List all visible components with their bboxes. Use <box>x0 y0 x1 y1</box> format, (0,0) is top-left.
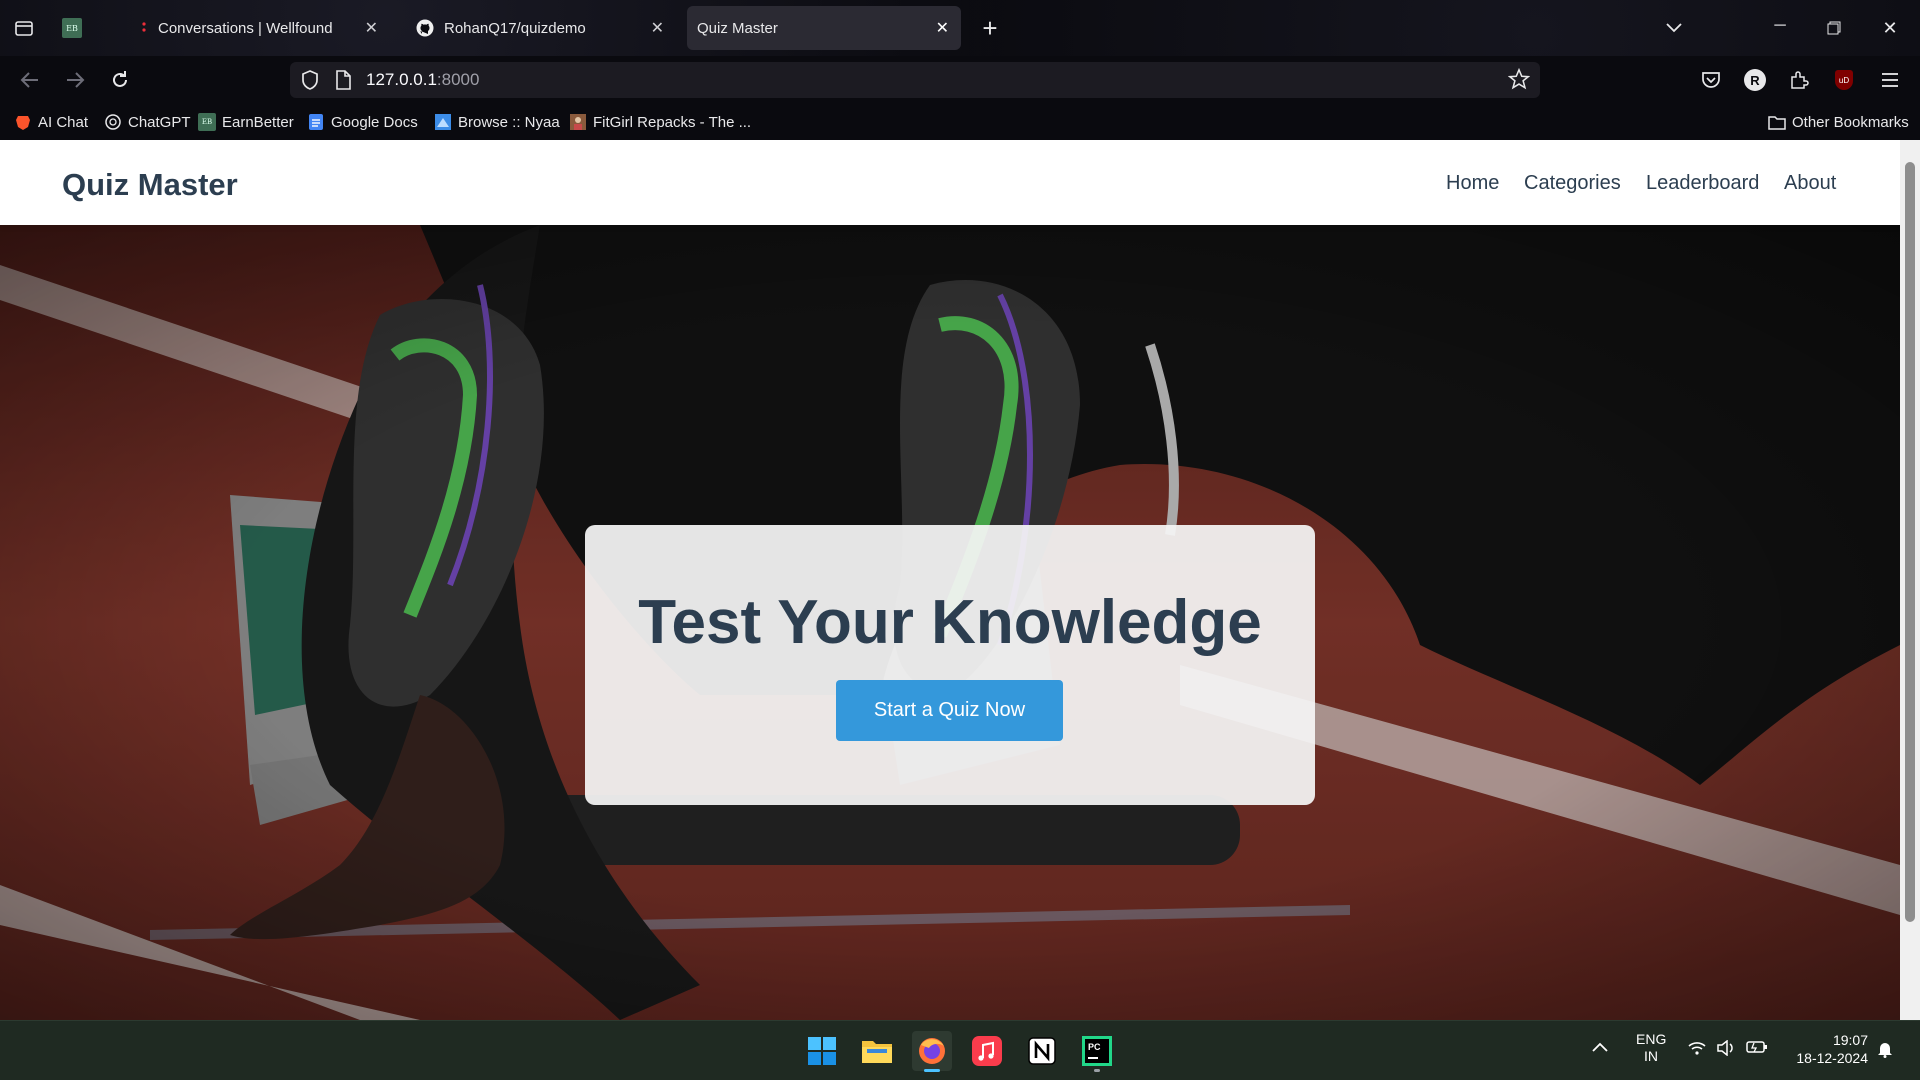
file-explorer-icon[interactable] <box>857 1031 897 1071</box>
url-port: :8000 <box>436 70 480 89</box>
firefox-icon[interactable] <box>912 1031 952 1072</box>
brave-icon <box>14 113 32 131</box>
apple-music-icon[interactable] <box>967 1031 1007 1071</box>
bookmark-fitgirl[interactable]: FitGirl Repacks - The ... <box>569 112 751 132</box>
close-tab-icon[interactable]: ✕ <box>651 18 664 38</box>
page-scrollbar[interactable] <box>1900 140 1920 1020</box>
bookmarks-toolbar: AI Chat ChatGPT EB EarnBetter Google Doc… <box>0 104 1920 140</box>
clock[interactable]: 19:07 18-12-2024 <box>1786 1031 1868 1067</box>
nav-leaderboard[interactable]: Leaderboard <box>1646 172 1759 195</box>
profile-avatar[interactable]: R <box>1741 66 1769 94</box>
address-bar[interactable]: 127.0.0.1:8000 <box>290 62 1540 98</box>
nyaa-icon <box>434 113 452 131</box>
notion-icon[interactable] <box>1022 1031 1062 1071</box>
bookmark-earnbetter[interactable]: EB EarnBetter <box>198 112 294 132</box>
windows-taskbar: PC ENG IN 19:07 18-12-2024 <box>0 1020 1920 1080</box>
star-icon[interactable] <box>1507 67 1531 95</box>
url-text: 127.0.0.1:8000 <box>366 70 479 90</box>
tab-github[interactable]: RohanQ17/quizdemo ✕ <box>404 6 676 50</box>
tab-list-icon[interactable] <box>10 14 38 42</box>
volume-icon[interactable] <box>1716 1039 1736 1059</box>
github-icon <box>416 19 434 37</box>
svg-text:PC: PC <box>1088 1042 1101 1052</box>
docs-icon <box>307 113 325 131</box>
reload-icon[interactable] <box>106 66 134 94</box>
tab-quiz-master[interactable]: Quiz Master ✕ <box>687 6 961 50</box>
shield-icon[interactable] <box>300 69 320 96</box>
nav-categories[interactable]: Categories <box>1524 172 1621 195</box>
url-host: 127.0.0.1 <box>366 70 437 89</box>
bookmark-chatgpt[interactable]: ChatGPT <box>104 112 191 132</box>
windows-start-icon[interactable] <box>802 1031 842 1071</box>
earnbetter-icon: EB <box>62 18 82 38</box>
bookmark-ai-chat[interactable]: AI Chat <box>14 112 88 132</box>
minimize-icon[interactable]: ─ <box>1766 12 1794 40</box>
running-app-indicator <box>1094 1069 1100 1072</box>
tab-label: Quiz Master <box>697 19 778 37</box>
close-tab-icon[interactable]: ✕ <box>936 18 949 38</box>
active-app-indicator <box>924 1069 940 1072</box>
web-page: Quiz Master Home Categories Leaderboard … <box>0 140 1900 1020</box>
start-quiz-button[interactable]: Start a Quiz Now <box>836 680 1063 741</box>
menu-icon[interactable] <box>1876 66 1904 94</box>
chevron-up-icon[interactable] <box>1592 1039 1608 1055</box>
tab-bar: EB Conversations | Wellfound ✕ RohanQ17/… <box>0 0 1920 56</box>
wellfound-icon <box>140 19 148 37</box>
scrollbar-thumb[interactable] <box>1905 162 1915 922</box>
chevron-down-icon[interactable] <box>1660 14 1688 42</box>
site-header: Quiz Master Home Categories Leaderboard … <box>0 140 1900 225</box>
back-icon[interactable] <box>16 66 44 94</box>
tab-earnbetter[interactable]: EB <box>62 6 120 50</box>
hero-card: Test Your Knowledge Start a Quiz Now <box>585 525 1315 805</box>
notification-bell-icon[interactable] <box>1876 1040 1894 1061</box>
close-window-icon[interactable]: ✕ <box>1876 14 1904 42</box>
nav-home[interactable]: Home <box>1446 172 1499 195</box>
language-indicator[interactable]: ENG IN <box>1636 1031 1666 1065</box>
pycharm-icon[interactable]: PC <box>1077 1031 1117 1072</box>
site-logo[interactable]: Quiz Master <box>62 167 238 203</box>
folder-icon <box>1768 113 1786 131</box>
ublock-icon[interactable]: uD <box>1830 66 1858 94</box>
battery-icon[interactable] <box>1746 1040 1768 1057</box>
wifi-icon[interactable] <box>1688 1041 1706 1058</box>
pocket-icon[interactable] <box>1697 66 1725 94</box>
openai-icon <box>104 113 122 131</box>
navigation-toolbar: 127.0.0.1:8000 R uD <box>0 56 1920 104</box>
bookmark-google-docs[interactable]: Google Docs <box>307 112 418 132</box>
restore-icon[interactable] <box>1820 14 1848 42</box>
new-tab-icon[interactable]: + <box>976 13 1004 43</box>
fitgirl-icon <box>569 113 587 131</box>
tab-label: Conversations | Wellfound <box>158 19 333 37</box>
extensions-icon[interactable] <box>1785 66 1813 94</box>
earnbetter-icon: EB <box>198 113 216 131</box>
page-icon <box>335 70 351 95</box>
tab-wellfound[interactable]: Conversations | Wellfound ✕ <box>140 6 390 50</box>
hero-title: Test Your Knowledge <box>638 588 1262 657</box>
other-bookmarks[interactable]: Other Bookmarks <box>1768 112 1909 132</box>
forward-icon[interactable] <box>61 66 89 94</box>
nav-about[interactable]: About <box>1784 172 1836 195</box>
bookmark-nyaa[interactable]: Browse :: Nyaa <box>434 112 560 132</box>
tab-label: RohanQ17/quizdemo <box>444 19 586 37</box>
close-tab-icon[interactable]: ✕ <box>365 18 378 38</box>
hero-section: Test Your Knowledge Start a Quiz Now <box>0 225 1900 1020</box>
